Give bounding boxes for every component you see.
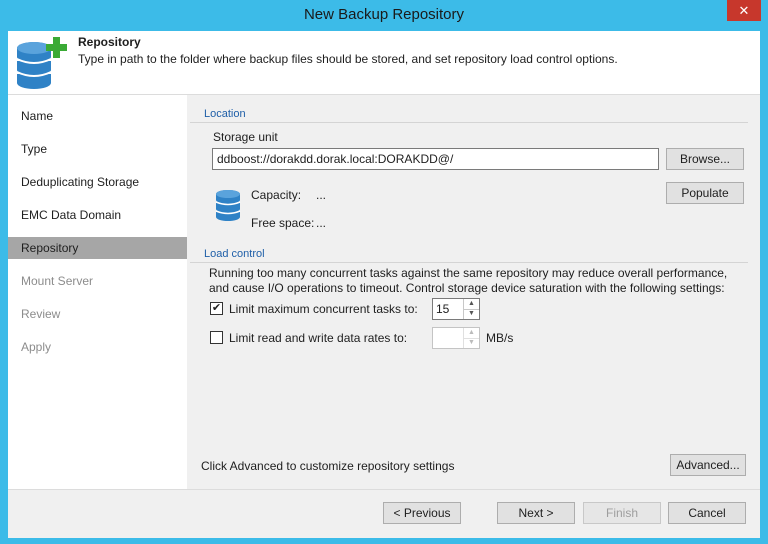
- location-section-label: Location: [204, 108, 246, 120]
- header-description: Type in path to the folder where backup …: [78, 52, 618, 66]
- sidebar-item-mount-server: Mount Server: [21, 274, 94, 288]
- title-bar[interactable]: New Backup Repository ✕: [0, 0, 768, 32]
- sidebar-item-name[interactable]: Name: [8, 105, 187, 127]
- cancel-button[interactable]: Cancel: [668, 502, 746, 524]
- dialog-client: Repository Type in path to the folder wh…: [8, 31, 760, 538]
- sidebar-item-emc-data-domain[interactable]: EMC Data Domain: [8, 204, 187, 226]
- dialog-window: New Backup Repository ✕ Repository Type …: [0, 0, 768, 544]
- browse-button[interactable]: Browse...: [666, 148, 744, 170]
- wizard-footer: < Previous Next > Finish Cancel: [8, 489, 760, 538]
- spin-down-icon[interactable]: ▼: [463, 309, 479, 319]
- advanced-hint: Click Advanced to customize repository s…: [201, 459, 455, 473]
- load-control-description-line1: Running too many concurrent tasks agains…: [209, 266, 728, 280]
- storage-unit-input[interactable]: ddboost://dorakdd.dorak.local:DORAKDD@/: [212, 148, 659, 170]
- free-space-label: Free space:: [251, 216, 315, 230]
- free-space-value: ...: [316, 216, 327, 230]
- limit-tasks-label: Limit maximum concurrent tasks to:: [229, 302, 418, 316]
- sidebar-item-review: Review: [21, 307, 61, 321]
- header-title: Repository: [78, 35, 141, 49]
- limit-rate-checkbox[interactable]: [210, 331, 223, 344]
- max-tasks-stepper[interactable]: 15 ▲ ▼: [432, 298, 480, 320]
- sidebar-item-type[interactable]: Type: [8, 138, 187, 160]
- storage-database-icon: [215, 190, 241, 221]
- sidebar-item-repository[interactable]: Repository: [8, 237, 187, 259]
- populate-button[interactable]: Populate: [666, 182, 744, 204]
- wizard-header: Repository Type in path to the folder wh…: [8, 31, 760, 95]
- storage-unit-label: Storage unit: [213, 130, 278, 144]
- limit-tasks-checkbox[interactable]: ✔: [210, 302, 223, 315]
- sidebar-item-apply: Apply: [21, 340, 52, 354]
- database-add-icon: [16, 37, 67, 89]
- load-control-section-label: Load control: [204, 248, 265, 260]
- wizard-steps-sidebar: Name Type Deduplicating Storage EMC Data…: [8, 95, 187, 489]
- max-tasks-value: 15: [436, 302, 450, 316]
- data-rate-stepper: ▲ ▼: [432, 327, 480, 349]
- next-button[interactable]: Next >: [497, 502, 575, 524]
- capacity-value: ...: [316, 188, 327, 202]
- advanced-button[interactable]: Advanced...: [670, 454, 746, 476]
- close-button[interactable]: ✕: [727, 0, 761, 21]
- load-control-description-line2: and cause I/O operations to timeout. Con…: [209, 281, 725, 295]
- sidebar-item-deduplicating-storage[interactable]: Deduplicating Storage: [8, 171, 187, 193]
- previous-button[interactable]: < Previous: [383, 502, 461, 524]
- data-rate-unit: MB/s: [486, 331, 514, 345]
- capacity-label: Capacity:: [251, 188, 302, 202]
- window-title: New Backup Repository: [303, 6, 465, 23]
- load-control-divider: [190, 262, 748, 263]
- spin-down-icon: ▼: [463, 338, 479, 348]
- location-divider: [190, 122, 748, 123]
- limit-rate-label: Limit read and write data rates to:: [229, 331, 408, 345]
- finish-button: Finish: [583, 502, 661, 524]
